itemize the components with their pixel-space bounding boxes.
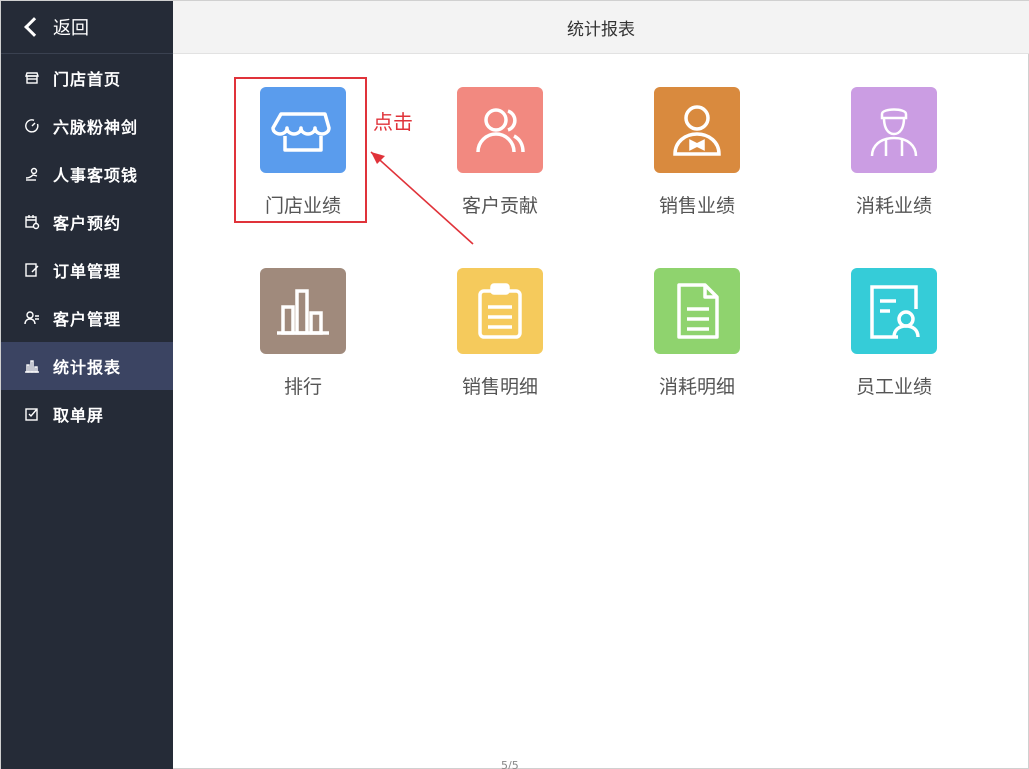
tile-label: 门店业绩 — [264, 195, 341, 217]
sidebar-item-label: 人事客项钱 — [53, 166, 139, 185]
app-window: 返回 门店首页 六脉粉神剑 人事客项钱 客户预约 订单管理 客户管理 统计报表 … — [0, 0, 1029, 769]
sidebar-item-label: 客户管理 — [53, 310, 122, 329]
tile-ranking[interactable]: 排行 — [233, 268, 373, 418]
tile-label: 员工业绩 — [855, 376, 932, 398]
tile-label: 客户贡献 — [461, 195, 538, 217]
store-icon — [23, 69, 41, 87]
sidebar-item-pickup-screen[interactable]: 取单屏 — [1, 390, 173, 438]
dashboard-icon — [23, 117, 41, 135]
sidebar-item-store-home[interactable]: 门店首页 — [1, 54, 173, 102]
store-awning-icon — [260, 87, 346, 173]
tile-consumption-performance[interactable]: 消耗业绩 — [824, 87, 964, 237]
sidebar-item-dashboard[interactable]: 六脉粉神剑 — [1, 102, 173, 150]
sidebar: 返回 门店首页 六脉粉神剑 人事客项钱 客户预约 订单管理 客户管理 统计报表 … — [1, 1, 173, 769]
employee-card-icon — [851, 268, 937, 354]
sidebar-item-label: 统计报表 — [53, 358, 122, 377]
sidebar-nav: 门店首页 六脉粉神剑 人事客项钱 客户预约 订单管理 客户管理 统计报表 取单屏 — [1, 54, 173, 438]
customer-icon — [23, 309, 41, 327]
sidebar-item-label: 客户预约 — [53, 214, 122, 233]
tile-customer-contribution[interactable]: 客户贡献 — [430, 87, 570, 237]
tile-label: 排行 — [283, 376, 322, 398]
tile-label: 消耗明细 — [658, 376, 735, 398]
checkbox-icon — [23, 405, 41, 423]
chevron-left-icon — [24, 17, 44, 37]
tile-sales-detail[interactable]: 销售明细 — [430, 268, 570, 418]
sidebar-item-customers[interactable]: 客户管理 — [1, 294, 173, 342]
chart-icon — [23, 357, 41, 375]
sidebar-item-label: 门店首页 — [53, 70, 122, 89]
tile-label: 消耗业绩 — [855, 195, 932, 217]
tile-sales-performance[interactable]: 销售业绩 — [627, 87, 767, 237]
worker-icon — [851, 87, 937, 173]
clipboard-icon — [457, 268, 543, 354]
tile-label: 销售业绩 — [658, 195, 735, 217]
page-indicator: 5/5 — [501, 759, 519, 769]
sidebar-item-label: 六脉粉神剑 — [53, 118, 139, 137]
tile-label: 销售明细 — [461, 376, 538, 398]
back-label: 返回 — [53, 18, 89, 39]
document-icon — [654, 268, 740, 354]
sidebar-item-appointment[interactable]: 客户预约 — [1, 198, 173, 246]
sidebar-item-personnel[interactable]: 人事客项钱 — [1, 150, 173, 198]
tile-consumption-detail[interactable]: 消耗明细 — [627, 268, 767, 418]
salesperson-icon — [654, 87, 740, 173]
sidebar-item-orders[interactable]: 订单管理 — [1, 246, 173, 294]
money-icon — [23, 165, 41, 183]
calendar-icon — [23, 213, 41, 231]
page-header: 统计报表 — [173, 1, 1029, 54]
back-button[interactable]: 返回 — [1, 1, 173, 54]
page-title: 统计报表 — [567, 19, 635, 40]
sidebar-item-label: 订单管理 — [53, 262, 122, 281]
annotation-text: 点击 — [373, 110, 413, 134]
sidebar-item-label: 取单屏 — [53, 406, 105, 425]
tile-employee-performance[interactable]: 员工业绩 — [824, 268, 964, 418]
users-icon — [457, 87, 543, 173]
sidebar-item-reports[interactable]: 统计报表 — [1, 342, 173, 390]
order-icon — [23, 261, 41, 279]
bar-chart-icon — [260, 268, 346, 354]
tile-store-performance[interactable]: 门店业绩 — [233, 87, 373, 237]
